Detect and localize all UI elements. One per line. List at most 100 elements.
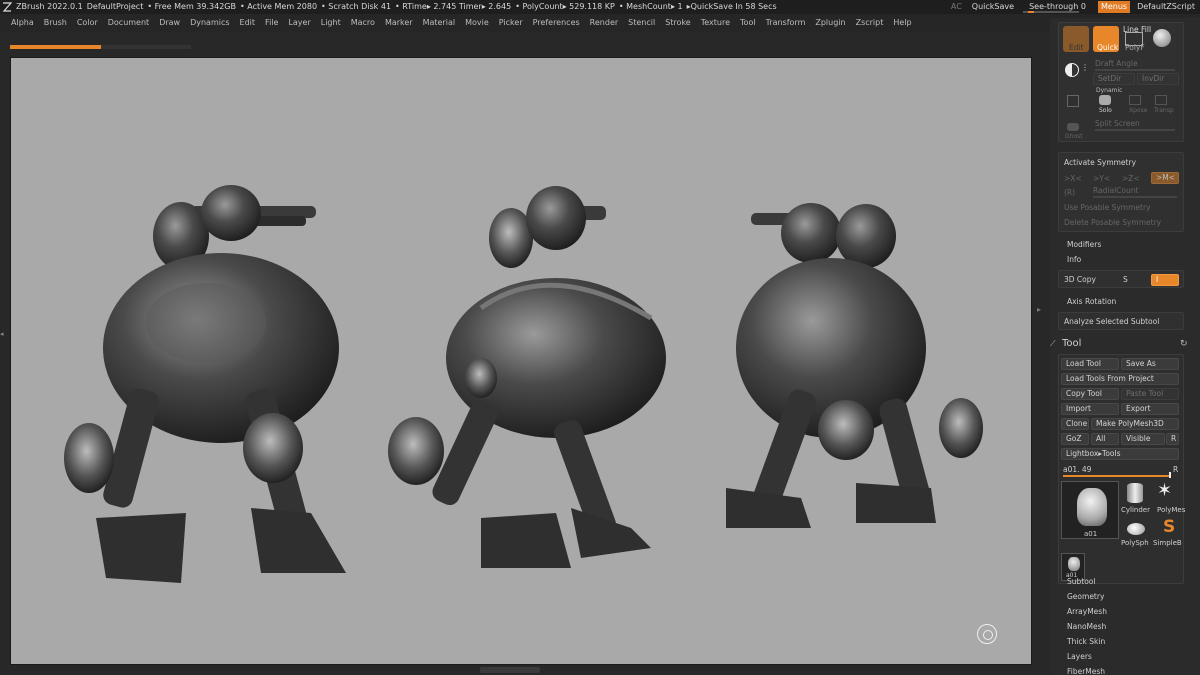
symmetry-x-button[interactable]: >X< xyxy=(1064,174,1082,183)
invdir-button[interactable]: InvDir xyxy=(1137,73,1179,85)
r-button[interactable]: R xyxy=(1166,433,1179,445)
menu-transform[interactable]: Transform xyxy=(761,14,811,32)
bottom-tray-handle[interactable] xyxy=(480,667,540,673)
tool-palette-title[interactable]: Tool xyxy=(1062,338,1081,349)
options-icon[interactable]: ⋮ xyxy=(1081,63,1089,77)
geometry-subpalette[interactable]: Geometry xyxy=(1067,592,1104,601)
delete-posable-symmetry-button[interactable]: Delete Posable Symmetry xyxy=(1064,218,1161,227)
canvas-viewport[interactable] xyxy=(10,57,1032,665)
arraymesh-subpalette[interactable]: ArrayMesh xyxy=(1067,607,1107,616)
load-tools-from-project-button[interactable]: Load Tools From Project xyxy=(1061,373,1179,385)
document-tab-active[interactable] xyxy=(10,45,101,49)
quicksave-button[interactable]: QuickSave xyxy=(967,0,1019,14)
paste-tool-button[interactable]: Paste Tool xyxy=(1121,388,1179,400)
right-tray-handle-icon[interactable]: ▸ xyxy=(1037,305,1045,325)
simplebrush-s-icon[interactable]: S xyxy=(1163,517,1179,537)
current-tool-name[interactable]: a01. 49 xyxy=(1063,465,1091,474)
menu-marker[interactable]: Marker xyxy=(380,14,418,32)
menu-preferences[interactable]: Preferences xyxy=(528,14,585,32)
fibermesh-subpalette[interactable]: FiberMesh xyxy=(1067,667,1105,675)
clone-button[interactable]: Clone xyxy=(1061,418,1089,430)
menu-dynamics[interactable]: Dynamics xyxy=(185,14,234,32)
copy3d-i-button[interactable]: I xyxy=(1151,274,1179,286)
split-screen-slider[interactable] xyxy=(1095,129,1175,131)
document-tab-inactive[interactable] xyxy=(101,45,191,49)
menu-document[interactable]: Document xyxy=(103,14,154,32)
polymesh-star-icon[interactable]: ✶ xyxy=(1157,481,1177,501)
polysphere-tool-icon[interactable] xyxy=(1127,523,1145,535)
menu-stencil[interactable]: Stencil xyxy=(623,14,660,32)
save-as-button[interactable]: Save As xyxy=(1121,358,1179,370)
visible-button[interactable]: Visible xyxy=(1121,433,1165,445)
lightbox-tools-button[interactable]: Lightbox▸Tools xyxy=(1061,448,1179,460)
copy-tool-button[interactable]: Copy Tool xyxy=(1061,388,1119,400)
menu-color[interactable]: Color xyxy=(72,14,103,32)
menu-macro[interactable]: Macro xyxy=(346,14,380,32)
menu-texture[interactable]: Texture xyxy=(696,14,735,32)
menu-help[interactable]: Help xyxy=(888,14,916,32)
sphere-material-icon[interactable] xyxy=(1153,29,1171,47)
draft-angle-slider[interactable] xyxy=(1095,69,1175,71)
export-button[interactable]: Export xyxy=(1121,403,1179,415)
seethrough-slider[interactable]: See-through 0 xyxy=(1019,0,1096,14)
xpose-button[interactable] xyxy=(1129,95,1141,105)
ghost-button[interactable] xyxy=(1067,123,1079,131)
orientation-gizmo-icon[interactable] xyxy=(977,624,997,644)
import-button[interactable]: Import xyxy=(1061,403,1119,415)
all-button[interactable]: All xyxy=(1091,433,1119,445)
layers-subpalette[interactable]: Layers xyxy=(1067,652,1092,661)
tool-reset-icon[interactable]: ↻ xyxy=(1180,339,1190,349)
solo-button[interactable] xyxy=(1099,95,1111,105)
subtool-subpalette[interactable]: Subtool xyxy=(1067,577,1095,586)
make-polymesh3d-button[interactable]: Make PolyMesh3D xyxy=(1091,418,1179,430)
symmetry-r-button[interactable]: (R) xyxy=(1064,188,1075,197)
thickskin-subpalette[interactable]: Thick Skin xyxy=(1067,637,1105,646)
menu-layer[interactable]: Layer xyxy=(283,14,315,32)
symmetry-m-button[interactable]: >M< xyxy=(1151,172,1179,184)
menu-movie[interactable]: Movie xyxy=(460,14,494,32)
current-tool-slider[interactable] xyxy=(1063,475,1169,477)
menu-picker[interactable]: Picker xyxy=(494,14,528,32)
setdir-button[interactable]: SetDir xyxy=(1093,73,1135,85)
menu-material[interactable]: Material xyxy=(418,14,461,32)
menu-light[interactable]: Light xyxy=(316,14,346,32)
symmetry-z-button[interactable]: >Z< xyxy=(1122,174,1140,183)
modifiers-subpalette[interactable]: Modifiers xyxy=(1067,240,1101,249)
contrast-icon[interactable] xyxy=(1065,63,1079,77)
menu-draw[interactable]: Draw xyxy=(154,14,185,32)
analyze-subtool-button[interactable]: Analyze Selected Subtool xyxy=(1064,317,1159,326)
load-tool-button[interactable]: Load Tool xyxy=(1061,358,1119,370)
menu-alpha[interactable]: Alpha xyxy=(6,14,39,32)
nanomesh-subpalette[interactable]: NanoMesh xyxy=(1067,622,1106,631)
current-tool-r[interactable]: R xyxy=(1173,465,1178,474)
menu-edit[interactable]: Edit xyxy=(235,14,261,32)
symmetry-y-button[interactable]: >Y< xyxy=(1093,174,1110,183)
menus-button[interactable]: Menus xyxy=(1097,1,1131,13)
activate-symmetry-button[interactable]: Activate Symmetry xyxy=(1064,158,1136,167)
tool-thumbnail-a01[interactable]: a01 xyxy=(1061,481,1119,539)
menu-zscript[interactable]: Zscript xyxy=(851,14,889,32)
goz-button[interactable]: GoZ xyxy=(1061,433,1089,445)
transp-button[interactable] xyxy=(1155,95,1167,105)
menu-render[interactable]: Render xyxy=(585,14,623,32)
copy3d-s-button[interactable]: S xyxy=(1123,275,1128,284)
tool-pin-icon[interactable]: ⟋ xyxy=(1050,339,1058,349)
menu-zplugin[interactable]: Zplugin xyxy=(810,14,850,32)
radial-count-label[interactable]: RadialCount xyxy=(1093,186,1138,195)
cube-icon[interactable] xyxy=(1067,95,1079,107)
menu-tool[interactable]: Tool xyxy=(735,14,761,32)
axis-rotation-subpalette[interactable]: Axis Rotation xyxy=(1067,297,1116,306)
menu-brush[interactable]: Brush xyxy=(39,14,72,32)
cylinder-tool-icon[interactable] xyxy=(1127,483,1143,503)
menu-file[interactable]: File xyxy=(260,14,283,32)
left-tray-handle-icon[interactable]: ◂ xyxy=(0,330,8,350)
info-subpalette[interactable]: Info xyxy=(1067,255,1081,264)
ac-label[interactable]: AC xyxy=(946,0,967,14)
radial-count-slider[interactable] xyxy=(1093,196,1177,198)
draft-angle-label[interactable]: Draft Angle xyxy=(1095,59,1138,68)
default-zscript-button[interactable]: DefaultZScript xyxy=(1132,0,1200,14)
menu-stroke[interactable]: Stroke xyxy=(660,14,696,32)
use-posable-symmetry-button[interactable]: Use Posable Symmetry xyxy=(1064,203,1150,212)
split-screen-label[interactable]: Split Screen xyxy=(1095,119,1140,128)
copy3d-label[interactable]: 3D Copy xyxy=(1064,275,1096,284)
